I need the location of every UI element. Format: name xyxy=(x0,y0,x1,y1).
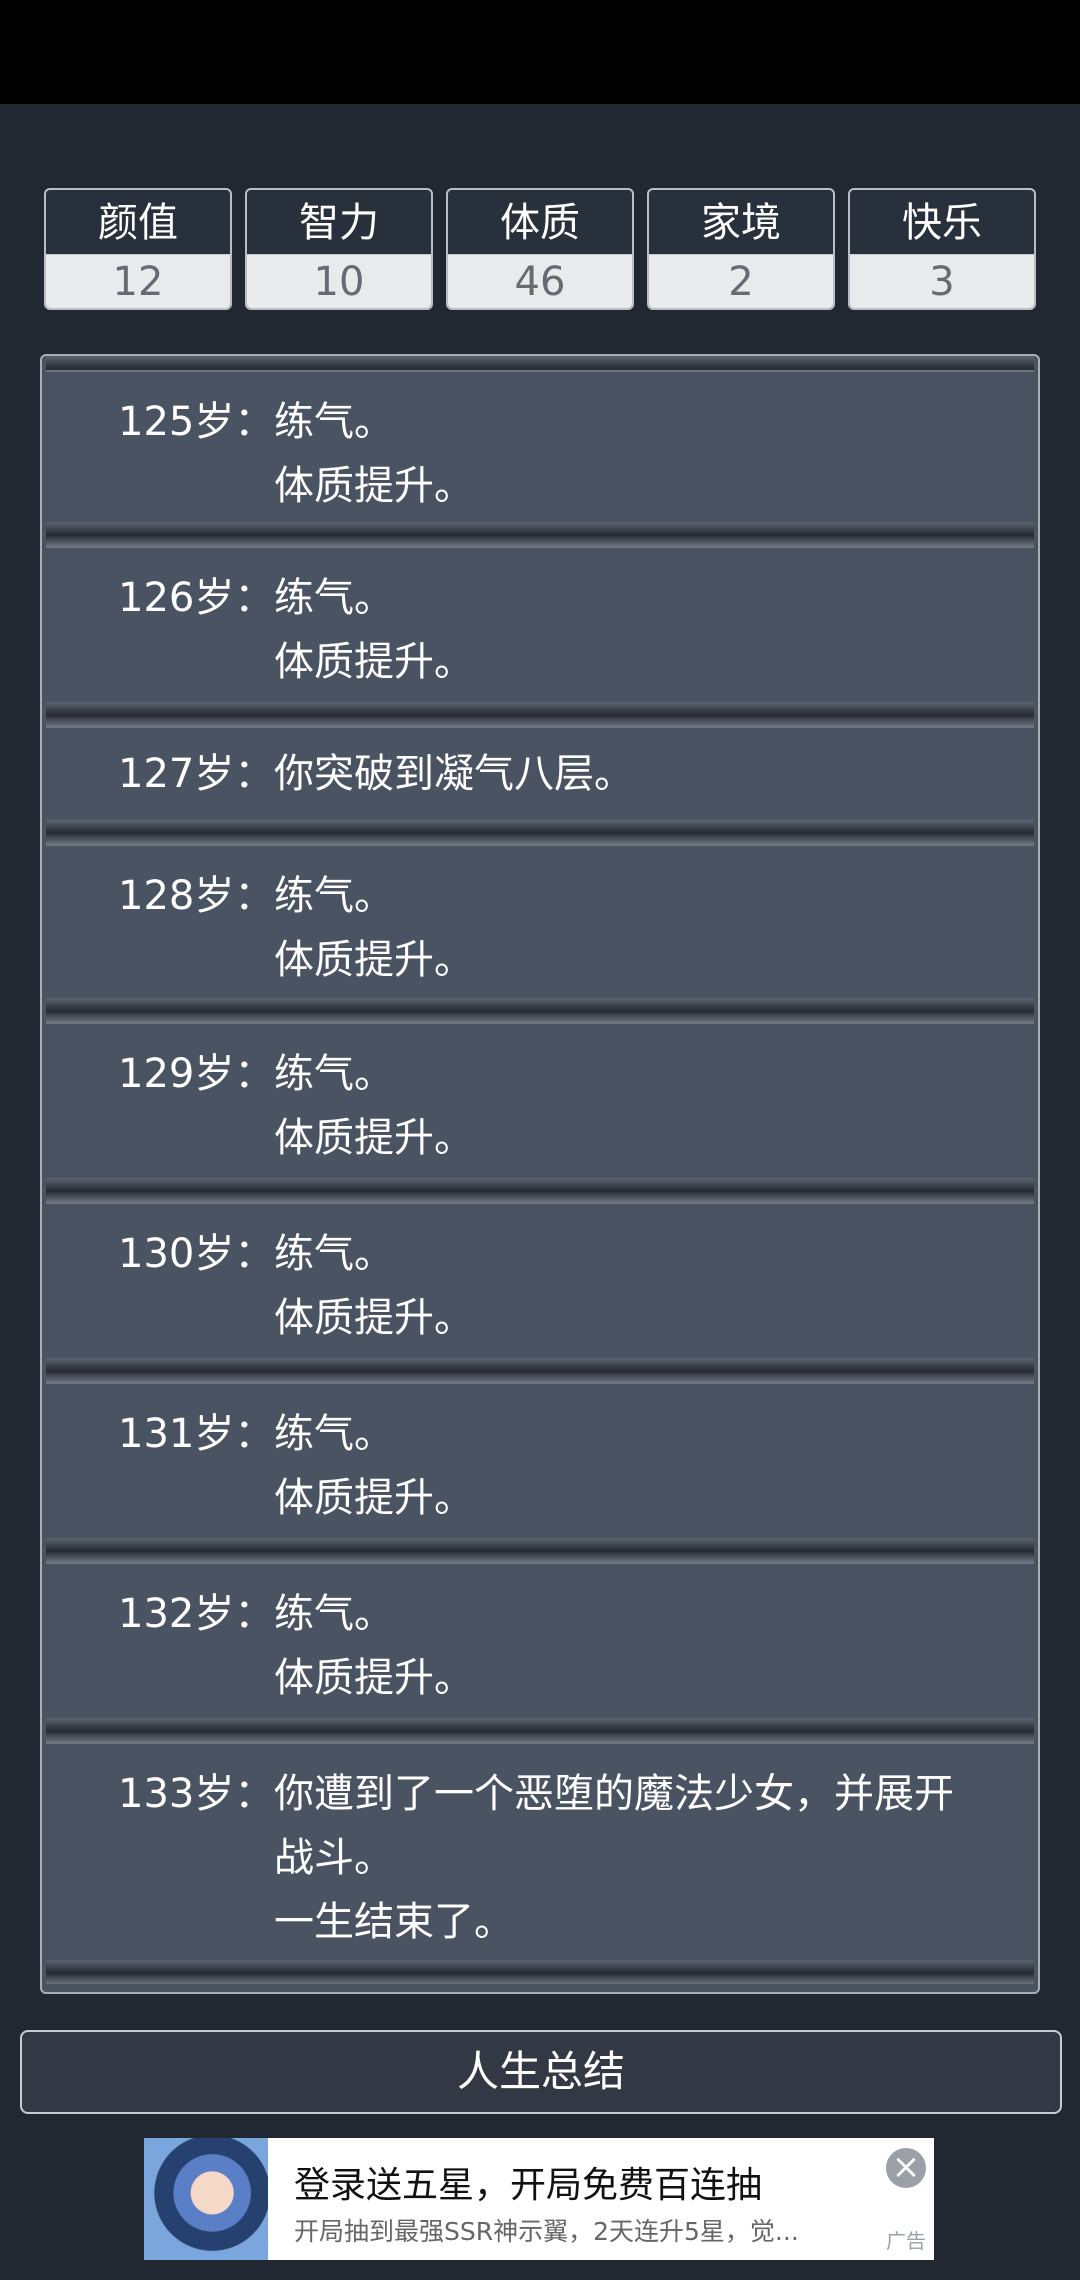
log-entry: 131岁： 练气。 体质提升。 xyxy=(46,1382,1034,1538)
entry-line: 体质提升。 xyxy=(274,937,474,983)
close-icon[interactable]: × xyxy=(886,2148,926,2188)
stat-value: 10 xyxy=(247,254,431,308)
entry-line: 你遭到了一个恶堕的魔法少女，并展开 xyxy=(274,1771,954,1817)
stat-family: 家境 2 xyxy=(647,188,835,310)
entry-age: 125岁： xyxy=(118,399,275,445)
entry-separator xyxy=(46,1358,1034,1382)
stat-intelligence: 智力 10 xyxy=(245,188,433,310)
log-entry: 127岁： 你突破到凝气八层。 xyxy=(46,726,1034,820)
entry-line: 练气。 xyxy=(274,399,394,445)
entry-line: 练气。 xyxy=(274,1051,394,1097)
entry-line: 体质提升。 xyxy=(274,463,474,509)
entry-age: 132岁： xyxy=(118,1591,275,1637)
entry-line: 练气。 xyxy=(274,1231,394,1277)
entry-line: 体质提升。 xyxy=(274,1115,474,1161)
entry-line: 体质提升。 xyxy=(274,1655,474,1701)
entry-separator xyxy=(46,1538,1034,1562)
entry-separator xyxy=(46,1718,1034,1742)
entry-separator xyxy=(46,820,1034,844)
entry-separator xyxy=(46,522,1034,546)
entry-line: 体质提升。 xyxy=(274,639,474,685)
entry-age: 127岁： xyxy=(118,751,275,797)
log-entry: 132岁： 练气。 体质提升。 xyxy=(46,1562,1034,1718)
stat-label: 家境 xyxy=(701,200,781,246)
stat-label: 快乐 xyxy=(902,200,982,246)
ad-banner[interactable]: 登录送五星，开局免费百连抽 开局抽到最强SSR神示翼，2天连升5星，觉... ×… xyxy=(144,2138,934,2260)
stat-happiness: 快乐 3 xyxy=(848,188,1036,310)
entry-line: 战斗。 xyxy=(274,1835,394,1881)
entry-line: 体质提升。 xyxy=(274,1295,474,1341)
entry-line: 练气。 xyxy=(274,1411,394,1457)
entry-separator xyxy=(46,702,1034,726)
entry-age: 133岁： xyxy=(118,1771,275,1817)
log-entry: 125岁： 练气。 体质提升。 xyxy=(46,370,1034,522)
stat-constitution: 体质 46 xyxy=(446,188,634,310)
stat-label: 智力 xyxy=(299,200,379,246)
life-log[interactable]: 125岁： 练气。 体质提升。 126岁： 练气。 体质提升。 127岁： 你突… xyxy=(40,354,1040,1994)
entry-line: 练气。 xyxy=(274,873,394,919)
ad-title[interactable]: 登录送五星，开局免费百连抽 xyxy=(294,2156,762,2208)
stat-value: 12 xyxy=(46,254,230,308)
entry-age: 130岁： xyxy=(118,1231,275,1277)
stat-value: 2 xyxy=(649,254,833,308)
entry-age: 126岁： xyxy=(118,575,275,621)
log-entry: 128岁： 练气。 体质提升。 xyxy=(46,844,1034,998)
log-entry: 126岁： 练气。 体质提升。 xyxy=(46,546,1034,702)
stat-appearance: 颜值 12 xyxy=(44,188,232,310)
entry-separator xyxy=(46,1178,1034,1202)
ad-subtitle[interactable]: 开局抽到最强SSR神示翼，2天连升5星，觉... xyxy=(294,2212,799,2248)
stat-label: 体质 xyxy=(500,200,580,246)
stat-value: 46 xyxy=(448,254,632,308)
stats-bar: 颜值 12 智力 10 体质 46 家境 2 快乐 3 xyxy=(44,188,1038,310)
entry-line: 练气。 xyxy=(274,575,394,621)
stat-label: 颜值 xyxy=(98,200,178,246)
entry-line: 你突破到凝气八层。 xyxy=(274,751,634,797)
stat-value: 3 xyxy=(850,254,1034,308)
entry-line: 练气。 xyxy=(274,1591,394,1637)
ad-image[interactable] xyxy=(144,2138,268,2260)
life-summary-button[interactable]: 人生总结 xyxy=(20,2030,1062,2114)
log-entry: 129岁： 练气。 体质提升。 xyxy=(46,1022,1034,1178)
entry-line: 一生结束了。 xyxy=(274,1899,514,1945)
entry-age: 131岁： xyxy=(118,1411,275,1457)
entry-age: 129岁： xyxy=(118,1051,275,1097)
log-entry: 130岁： 练气。 体质提升。 xyxy=(46,1202,1034,1358)
entry-age: 128岁： xyxy=(118,873,275,919)
ad-label: 广告 xyxy=(886,2229,926,2253)
entry-separator xyxy=(46,998,1034,1022)
status-bar xyxy=(0,0,1080,104)
entry-line: 体质提升。 xyxy=(274,1475,474,1521)
log-entry: 133岁： 你遭到了一个恶堕的魔法少女，并展开 战斗。 一生结束了。 xyxy=(46,1742,1034,1960)
entry-separator xyxy=(46,1960,1034,1984)
